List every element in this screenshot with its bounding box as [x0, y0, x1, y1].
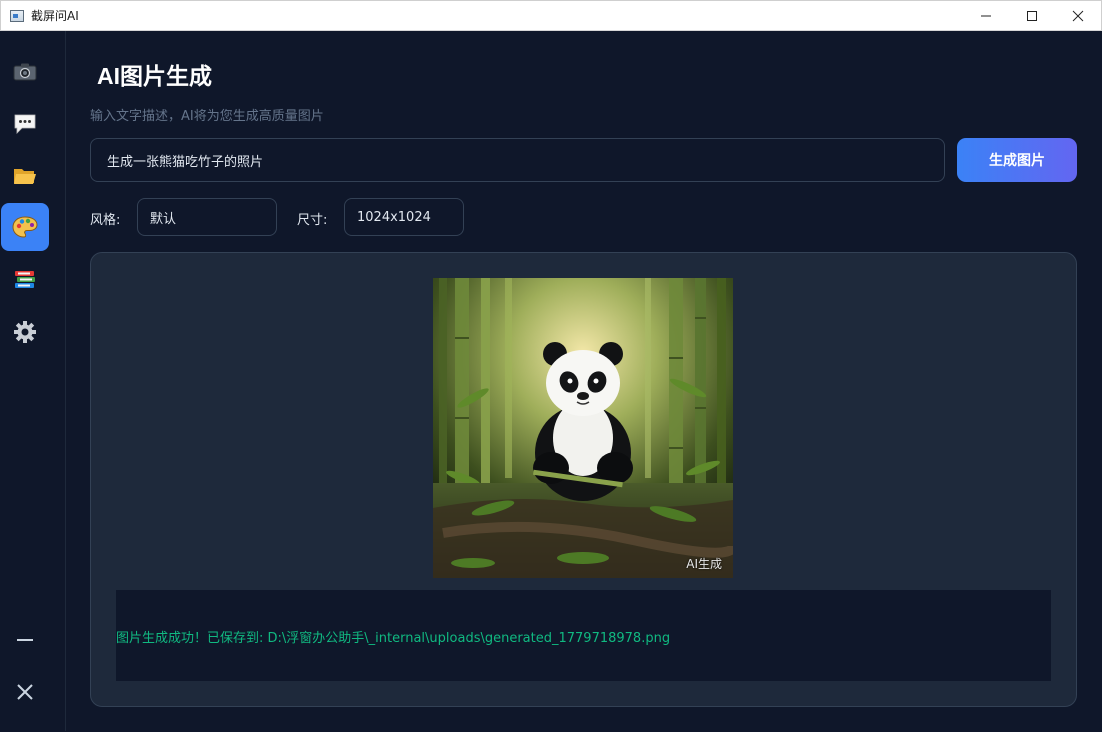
page-subtitle: 输入文字描述，AI将为您生成高质量图片	[90, 109, 324, 124]
status-message: 图片生成成功！已保存到: D:\浮窗办公助手\_internal\uploads…	[116, 631, 671, 646]
size-select[interactable]: 1024x1024	[344, 198, 464, 236]
sidebar	[1, 31, 66, 731]
panda-image-illustration	[433, 278, 733, 578]
close-icon	[17, 684, 33, 700]
sidebar-close-button[interactable]	[1, 668, 49, 716]
books-icon	[15, 271, 35, 288]
sidebar-item-image-gen[interactable]	[1, 203, 49, 251]
palette-icon	[12, 216, 38, 238]
status-area: 图片生成成功！已保存到: D:\浮窗办公助手\_internal\uploads…	[116, 590, 1051, 681]
generate-image-button[interactable]: 生成图片	[957, 138, 1077, 182]
generated-image[interactable]: AI生成	[433, 278, 733, 578]
sidebar-minimize-button[interactable]	[1, 616, 49, 664]
minimize-icon	[981, 15, 991, 17]
sidebar-item-settings[interactable]	[1, 308, 49, 356]
window-close-button[interactable]	[1055, 1, 1101, 31]
page-title: AI图片生成	[97, 63, 212, 89]
window-minimize-button[interactable]	[963, 1, 1009, 31]
folder-icon	[14, 169, 36, 184]
window-controls	[963, 1, 1101, 31]
sidebar-item-chat[interactable]	[1, 100, 49, 148]
result-panel: AI生成 图片生成成功！已保存到: D:\浮窗办公助手\_internal\up…	[90, 252, 1077, 707]
window-title: 截屏问AI	[31, 9, 79, 23]
window-titlebar: 截屏问AI	[0, 0, 1102, 31]
minimize-icon	[17, 639, 33, 641]
main-content: AI图片生成 输入文字描述，AI将为您生成高质量图片 生成图片 风格: 默认 尺…	[66, 31, 1102, 732]
gear-icon	[14, 321, 36, 343]
app-logo-icon	[10, 9, 24, 22]
prompt-input[interactable]	[90, 138, 945, 182]
style-select[interactable]: 默认	[137, 198, 277, 236]
maximize-icon	[1027, 11, 1037, 21]
image-watermark: AI生成	[686, 557, 722, 571]
camera-icon	[13, 63, 37, 81]
sidebar-item-history[interactable]	[1, 256, 49, 304]
sidebar-item-files[interactable]	[1, 152, 49, 200]
close-icon	[1072, 10, 1084, 22]
chat-bubble-icon	[14, 114, 36, 134]
window-maximize-button[interactable]	[1009, 1, 1055, 31]
sidebar-item-screenshot[interactable]	[1, 48, 49, 96]
size-label: 尺寸:	[297, 213, 328, 228]
style-label: 风格:	[90, 213, 121, 228]
